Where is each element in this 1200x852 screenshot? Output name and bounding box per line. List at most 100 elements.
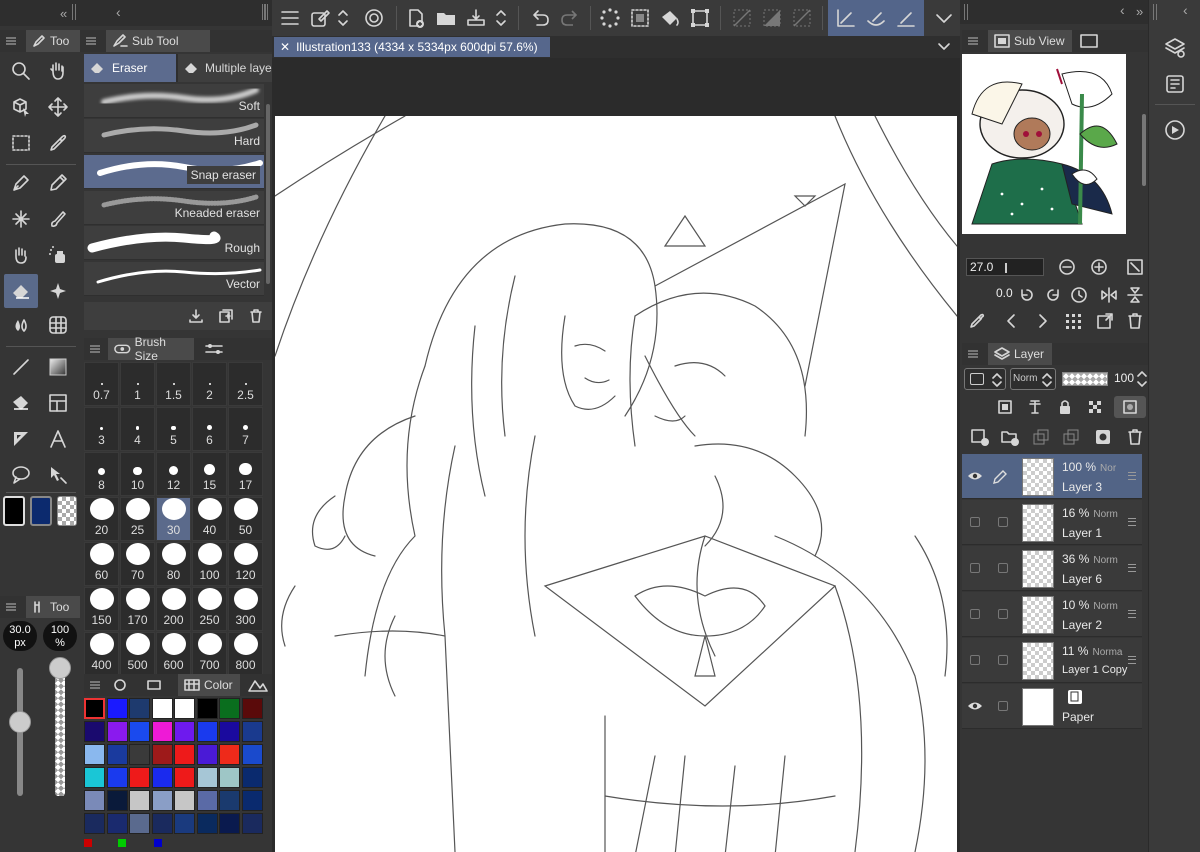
edit-target-checkbox[interactable] xyxy=(998,701,1008,711)
blend-mode-select[interactable]: Norm xyxy=(1010,368,1056,390)
color-swatch[interactable] xyxy=(129,767,150,788)
brush-size-700[interactable]: 700 xyxy=(192,632,227,676)
brush-tool[interactable] xyxy=(41,202,75,236)
transfer-down-icon[interactable] xyxy=(1032,428,1050,446)
panel-collapse-bar[interactable]: « xyxy=(0,0,80,26)
fill-tool[interactable] xyxy=(4,308,38,342)
redo-button[interactable] xyxy=(556,4,584,32)
color-swatch[interactable] xyxy=(129,790,150,811)
layer-menu-icon[interactable] xyxy=(1128,564,1136,572)
stepper-button[interactable] xyxy=(334,4,352,32)
eye-icon[interactable] xyxy=(967,469,983,483)
color-swatch[interactable] xyxy=(196,698,218,719)
blend-tool[interactable] xyxy=(41,274,75,308)
brush-size-250[interactable]: 250 xyxy=(192,587,227,631)
clear-outside-button[interactable] xyxy=(626,4,654,32)
correct-line-tool[interactable] xyxy=(41,458,75,492)
sub-color-swatch[interactable] xyxy=(30,496,52,526)
brush-size-70[interactable]: 70 xyxy=(120,542,155,586)
mask-toggle[interactable] xyxy=(1114,396,1146,418)
invert-selection-button[interactable] xyxy=(758,4,786,32)
canvas-area[interactable] xyxy=(272,58,960,852)
airbrush-tool[interactable] xyxy=(4,202,38,236)
color-slider-icon[interactable] xyxy=(146,678,162,692)
subtool-tab[interactable]: Sub Tool xyxy=(106,30,210,52)
trash-icon[interactable] xyxy=(1126,312,1144,330)
panel-collapse-bar[interactable]: » ‹ xyxy=(960,0,1148,24)
edit-target-checkbox[interactable] xyxy=(998,655,1008,665)
opacity-slider-thumb[interactable] xyxy=(49,657,71,679)
color-swatch[interactable] xyxy=(151,744,173,765)
color-swatch[interactable] xyxy=(219,698,240,719)
color-swatch[interactable] xyxy=(106,790,128,811)
flip-vertical-icon[interactable] xyxy=(1126,286,1144,304)
layer-row[interactable]: 11 % Norma Layer 1 Copy xyxy=(962,638,1142,683)
drawing-canvas[interactable] xyxy=(275,116,957,852)
eyedropper-tool[interactable] xyxy=(41,126,75,160)
panel-menu-icon[interactable] xyxy=(6,603,16,611)
tool-property-tab[interactable]: Too xyxy=(26,596,80,618)
color-swatch[interactable] xyxy=(219,744,240,765)
opacity-readout[interactable]: 100 % xyxy=(43,621,77,651)
brush-size-12[interactable]: 12 xyxy=(156,452,191,496)
navigator-icon[interactable] xyxy=(1163,118,1187,142)
frame-tool[interactable] xyxy=(41,386,75,420)
brush-size-readout[interactable]: 30.0 px xyxy=(3,621,37,651)
tool-tab[interactable]: Too xyxy=(26,30,80,52)
brush-size-500[interactable]: 500 xyxy=(120,632,155,676)
chevron-left-icon[interactable] xyxy=(1002,312,1020,330)
color-swatch[interactable] xyxy=(219,721,240,742)
subtool-tab-multiple-layer[interactable]: Multiple laye xyxy=(178,54,272,82)
layer-menu-icon[interactable] xyxy=(1128,472,1136,480)
brush-size-1.5[interactable]: 1.5 xyxy=(156,362,191,406)
color-swatch[interactable] xyxy=(174,744,195,765)
pen-tool[interactable] xyxy=(4,166,38,200)
brush-size-7[interactable]: 7 xyxy=(228,407,263,451)
text-tool[interactable] xyxy=(41,422,75,456)
brush-size-15[interactable]: 15 xyxy=(192,452,227,496)
subview-tab[interactable]: Sub View xyxy=(988,30,1072,52)
zoom-tool[interactable] xyxy=(4,54,38,88)
toolbar-expand-button[interactable] xyxy=(930,4,958,32)
brush-size-2[interactable]: 2 xyxy=(192,362,227,406)
open-file-button[interactable] xyxy=(432,4,460,32)
stepper-button[interactable] xyxy=(492,4,510,32)
smartphone-button[interactable] xyxy=(360,4,388,32)
brush-size-30[interactable]: 30 xyxy=(156,497,191,541)
fit-view-icon[interactable] xyxy=(1126,258,1144,276)
color-swatch[interactable] xyxy=(151,790,173,811)
edit-target-checkbox[interactable] xyxy=(998,609,1008,619)
panel-menu-icon[interactable] xyxy=(86,37,96,45)
panel-menu-icon[interactable] xyxy=(968,37,978,45)
brush-size-6[interactable]: 6 xyxy=(192,407,227,451)
brush-size-150[interactable]: 150 xyxy=(84,587,119,631)
brush-size-25[interactable]: 25 xyxy=(120,497,155,541)
zoom-out-icon[interactable] xyxy=(1058,258,1076,276)
merge-down-icon[interactable] xyxy=(1062,428,1080,446)
color-swatch[interactable] xyxy=(84,744,105,765)
chevron-left-icon[interactable]: ‹ xyxy=(116,4,121,20)
size-slider-thumb[interactable] xyxy=(9,711,31,733)
grid-dots-icon[interactable] xyxy=(1064,312,1082,330)
fill-button[interactable] xyxy=(656,4,684,32)
color-swatch[interactable] xyxy=(241,721,263,742)
color-swatch[interactable] xyxy=(196,721,218,742)
duplicate-subtool-icon[interactable] xyxy=(218,308,234,324)
color-swatch[interactable] xyxy=(129,813,150,834)
color-swatch[interactable] xyxy=(174,721,195,742)
chevron-left-icon[interactable]: ‹ xyxy=(1183,2,1188,18)
panel-menu-icon[interactable] xyxy=(90,345,100,353)
brush-size-400[interactable]: 400 xyxy=(84,632,119,676)
layer-mask-icon[interactable] xyxy=(1094,428,1112,446)
load-subtool-icon[interactable] xyxy=(188,308,204,324)
eye-icon[interactable] xyxy=(967,699,983,713)
layer-row[interactable]: 100 % Nor Layer 3 xyxy=(962,454,1142,499)
drag-handle-icon[interactable] xyxy=(72,4,76,20)
selection-border-button[interactable] xyxy=(788,4,816,32)
decoration-tool[interactable] xyxy=(4,238,38,272)
snap-ruler-button[interactable] xyxy=(832,4,860,32)
color-swatch[interactable] xyxy=(174,767,195,788)
main-color-swatch[interactable] xyxy=(3,496,25,526)
color-swatch[interactable] xyxy=(174,813,195,834)
color-swatch[interactable] xyxy=(84,790,105,811)
